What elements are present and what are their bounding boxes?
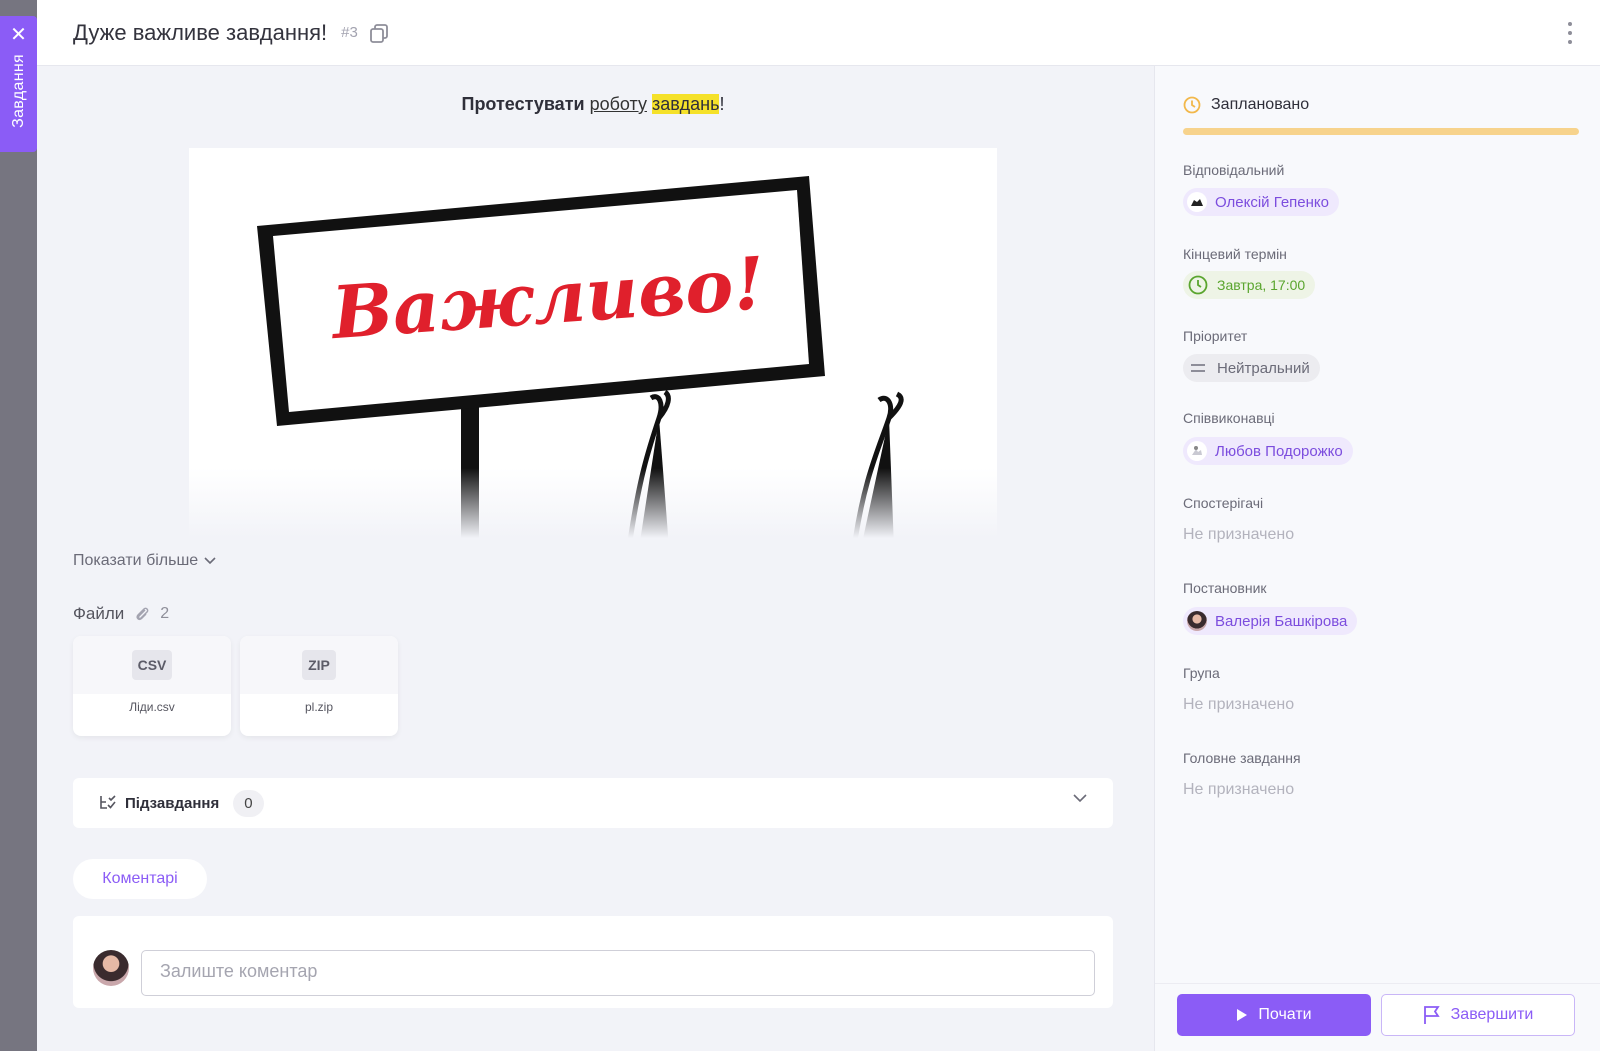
start-button-label: Почати — [1258, 1006, 1312, 1023]
page-backdrop — [0, 0, 37, 1051]
parent-task-value[interactable]: Не призначено — [1183, 781, 1294, 799]
status-label: Заплановано — [1211, 96, 1310, 113]
clock-icon — [1188, 275, 1208, 295]
description-image: Важливо! — [189, 148, 997, 538]
task-content: Протестувати роботу завдань! Важливо! По… — [37, 66, 1154, 1051]
file-ext-badge: ZIP — [302, 650, 336, 680]
file-ext-badge: CSV — [131, 650, 173, 680]
description-highlight: завдань — [652, 94, 720, 114]
status-selector[interactable]: Заплановано — [1183, 96, 1309, 114]
coexecutors-label: Співвиконавці — [1183, 410, 1275, 426]
show-more-link[interactable]: Показати більше — [73, 552, 216, 570]
copy-icon[interactable] — [368, 22, 390, 44]
avatar — [1187, 192, 1207, 212]
file-name: Ліди.csv — [129, 700, 175, 714]
sidebar-footer: Почати Завершити — [1155, 983, 1600, 1051]
clock-icon — [1183, 96, 1201, 114]
avatar — [1187, 611, 1207, 631]
more-vertical-icon[interactable] — [1568, 22, 1574, 44]
assignee-label: Відповідальний — [1183, 162, 1285, 178]
deadline-value: Завтра, 17:00 — [1217, 277, 1306, 293]
deadline-label: Кінцевий термін — [1183, 246, 1287, 262]
author-label: Постановник — [1183, 580, 1267, 596]
finish-button-label: Завершити — [1450, 1006, 1534, 1023]
group-value[interactable]: Не призначено — [1183, 696, 1294, 714]
description-link[interactable]: роботу — [590, 94, 647, 114]
paperclip-icon — [136, 607, 149, 621]
group-label: Група — [1183, 665, 1220, 681]
author-name: Валерія Башкірова — [1215, 612, 1348, 630]
equals-icon — [1191, 364, 1205, 372]
chevron-down-icon[interactable] — [1073, 793, 1087, 803]
assignee-name: Олексій Гепенко — [1215, 193, 1329, 211]
avatar — [1187, 441, 1207, 461]
file-card-zip[interactable]: ZIP pl.zip — [240, 636, 398, 736]
observers-value[interactable]: Не призначено — [1183, 526, 1294, 544]
file-preview: ZIP — [240, 636, 398, 694]
close-icon[interactable]: ✕ — [10, 25, 27, 45]
priority-chip[interactable]: Нейтральний — [1183, 354, 1320, 382]
subtasks-count: 0 — [233, 789, 264, 817]
side-tab-label: Завдання — [9, 54, 27, 128]
task-header: Дуже важливе завдання! #3 — [37, 0, 1600, 66]
image-fade — [189, 468, 997, 538]
side-tab-tasks[interactable]: ✕ Завдання — [0, 16, 37, 152]
assignee-chip[interactable]: Олексій Гепенко — [1183, 188, 1339, 216]
coexecutor-chip[interactable]: Любов Подорожко — [1183, 437, 1353, 465]
finish-button[interactable]: Завершити — [1381, 994, 1575, 1036]
task-description: Протестувати роботу завдань! — [73, 94, 1113, 115]
chevron-down-icon — [204, 557, 216, 565]
status-bar — [1183, 128, 1579, 135]
priority-value: Нейтральний — [1217, 359, 1310, 377]
file-card-csv[interactable]: CSV Ліди.csv — [73, 636, 231, 736]
avatar — [93, 950, 129, 986]
tab-comments[interactable]: Коментарі — [73, 859, 207, 899]
subtasks-label: Підзавдання — [125, 794, 220, 812]
deadline-chip[interactable]: Завтра, 17:00 — [1183, 271, 1316, 299]
files-header: Файли 2 — [73, 604, 169, 624]
file-name: pl.zip — [304, 700, 333, 714]
task-sidebar: Заплановано Відповідальний Олексій Гепен… — [1154, 66, 1600, 1051]
description-tail: ! — [719, 94, 725, 114]
comment-input[interactable] — [141, 950, 1095, 996]
show-more-label: Показати більше — [73, 552, 199, 569]
file-preview: CSV — [73, 636, 231, 694]
tab-comments-label: Коментарі — [102, 870, 178, 887]
description-bold: Протестувати — [461, 94, 585, 114]
subtasks-icon — [100, 795, 116, 809]
play-icon — [1237, 1009, 1248, 1021]
observers-label: Спостерігачі — [1183, 495, 1264, 511]
task-title: Дуже важливе завдання! — [73, 19, 328, 45]
comment-composer — [73, 916, 1113, 1008]
coexecutor-name: Любов Подорожко — [1215, 442, 1343, 460]
author-chip[interactable]: Валерія Башкірова — [1183, 607, 1358, 635]
task-number: #3 — [341, 24, 358, 41]
files-count: 2 — [160, 605, 170, 622]
task-panel: Дуже важливе завдання! #3 Протестувати р… — [37, 0, 1600, 1051]
files-label: Файли — [73, 604, 125, 623]
priority-label: Пріоритет — [1183, 328, 1248, 344]
start-button[interactable]: Почати — [1177, 994, 1371, 1036]
parent-task-label: Головне завдання — [1183, 750, 1301, 766]
subtasks-panel[interactable]: Підзавдання 0 — [73, 778, 1113, 828]
flag-icon — [1423, 1006, 1440, 1024]
